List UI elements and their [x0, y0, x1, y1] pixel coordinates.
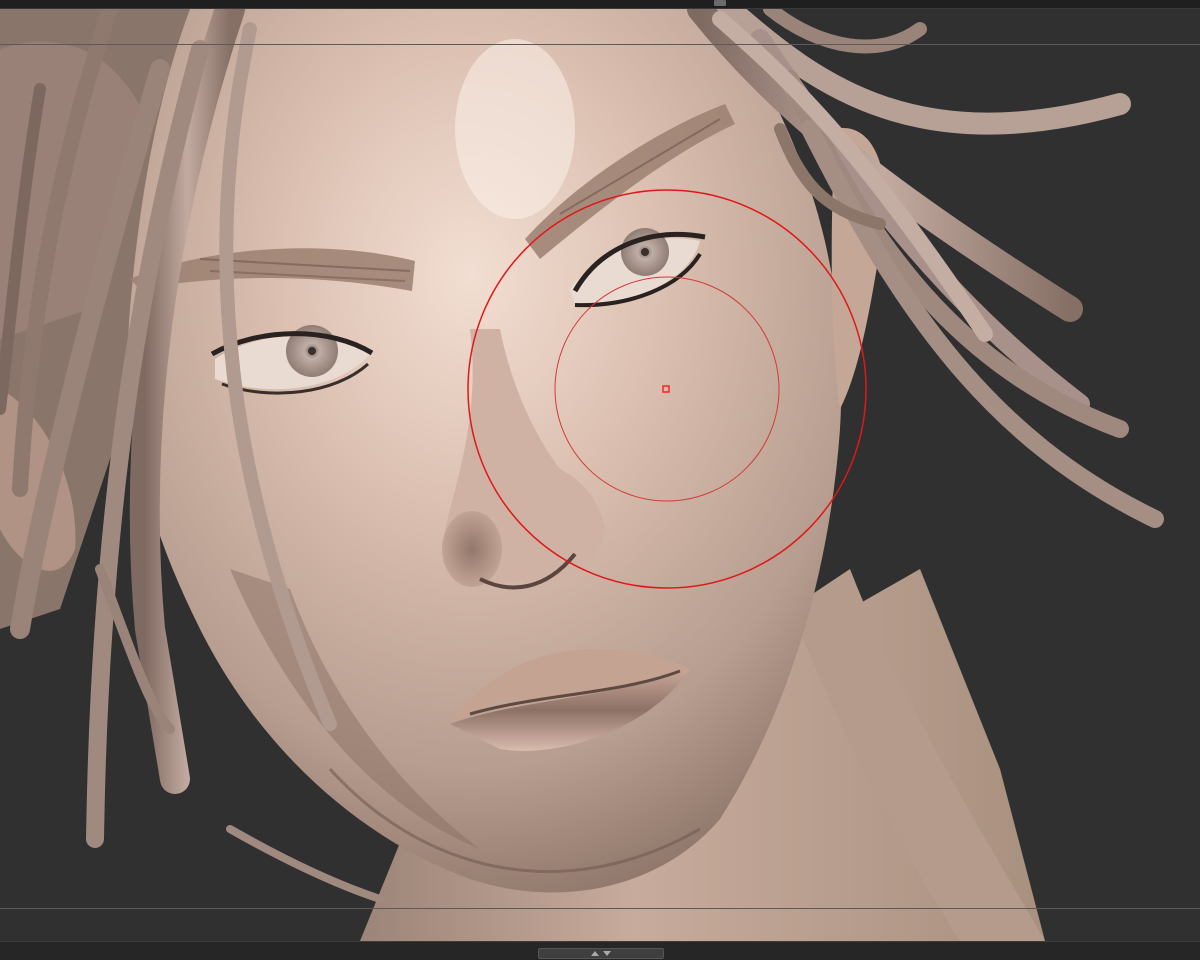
chevron-up-icon: [591, 951, 599, 956]
chevron-down-icon: [603, 951, 611, 956]
sculpt-viewport[interactable]: [0, 9, 1200, 941]
zbrush-canvas-window: [0, 0, 1200, 960]
viewport-frame-top: [0, 44, 1200, 45]
sculpt-render[interactable]: [0, 9, 1200, 941]
viewport-frame-bottom: [0, 908, 1200, 909]
bottom-shelf-toggle[interactable]: [538, 948, 664, 959]
top-scroll-thumb[interactable]: [714, 0, 726, 6]
top-shelf-strip: [0, 0, 1200, 9]
